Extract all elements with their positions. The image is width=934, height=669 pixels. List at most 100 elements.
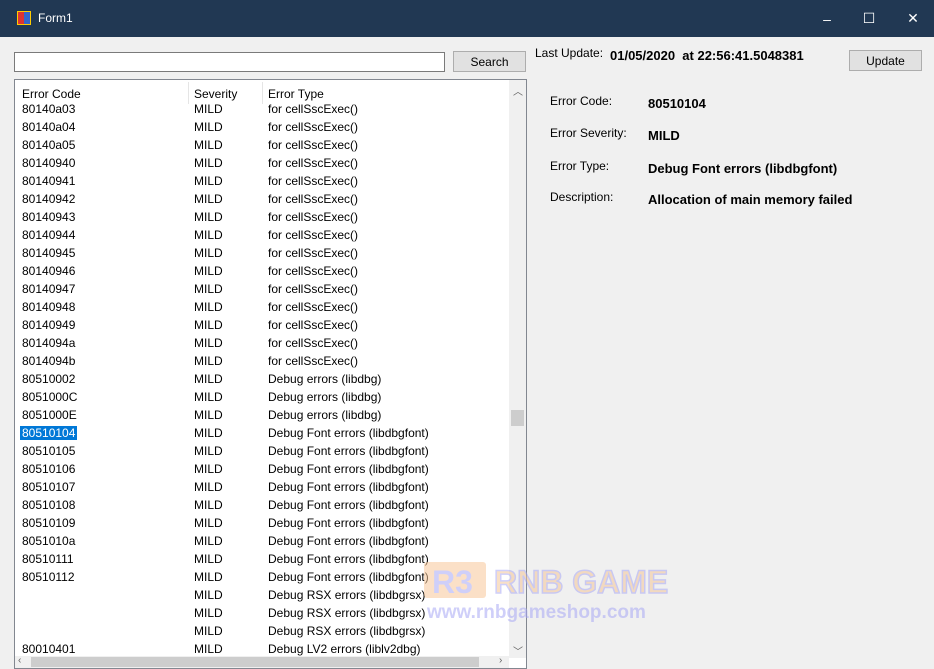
cell-error-type: Debug LV2 errors (liblv2dbg) [268,642,421,656]
cell-error-type: Debug RSX errors (libdbgrsx) [268,624,426,638]
scroll-down-icon[interactable]: ﹀ [513,643,523,658]
column-header-severity[interactable]: Severity [194,87,237,101]
cell-error-type: Debug errors (libdbg) [268,390,382,404]
maximize-button[interactable]: ☐ [846,0,892,37]
scroll-thumb[interactable] [511,410,524,426]
last-update-label: Last Update: [535,46,604,60]
cell-error-code: 80140a05 [22,138,76,152]
svg-text:R3: R3 [432,564,473,600]
cell-error-type: for cellSscExec() [268,120,359,134]
cell-error-code: 80140943 [22,210,76,224]
scroll-right-icon[interactable]: › [499,655,502,666]
table-row[interactable]: 80510106 MILD Debug Font errors (libdbgfon… [15,460,509,478]
table-row[interactable]: 8051010a MILD Debug Font errors (libdbgfon… [15,532,509,550]
detail-label: Error Severity: [550,126,627,140]
cell-error-type: for cellSscExec() [268,264,359,278]
cell-severity: MILD [194,462,223,476]
cell-severity: MILD [194,192,223,206]
table-row[interactable]: 80140940 MILD for cellSscExec() [15,154,509,172]
table-row[interactable]: 80140945 MILD for cellSscExec() [15,244,509,262]
cell-error-type: for cellSscExec() [268,210,359,224]
cell-severity: MILD [194,318,223,332]
cell-severity: MILD [194,498,223,512]
table-row[interactable]: 80140948 MILD for cellSscExec() [15,298,509,316]
cell-error-type: Debug errors (libdbg) [268,408,382,422]
minimize-button[interactable]: – [804,0,850,37]
cell-severity: MILD [194,102,223,116]
table-row[interactable]: 80140a04 MILD for cellSscExec() [15,118,509,136]
last-update-value: 01/05/2020 at 22:56:41.5048381 [610,48,804,63]
cell-severity: MILD [194,300,223,314]
table-row[interactable]: 80510108 MILD Debug Font errors (libdbgfon… [15,496,509,514]
table-row[interactable]: 80140a05 MILD for cellSscExec() [15,136,509,154]
cell-severity: MILD [194,228,223,242]
cell-error-type: for cellSscExec() [268,336,359,350]
table-row[interactable]: 8051000E MILD Debug errors (libdbg) [15,406,509,424]
column-header-error-type[interactable]: Error Type [268,87,324,101]
horizontal-scroll-thumb[interactable] [31,657,479,667]
cell-severity: MILD [194,282,223,296]
cell-error-type: for cellSscExec() [268,282,359,296]
cell-severity: MILD [194,534,223,548]
detail-label: Description: [550,190,614,204]
cell-error-code: 80010401 [22,642,76,656]
cell-error-code: 8014094b [22,354,76,368]
cell-error-code: 80140944 [22,228,76,242]
search-button[interactable]: Search [453,51,526,72]
detail-value: MILD [648,128,680,143]
update-button[interactable]: Update [849,50,922,71]
cell-error-type: Debug Font errors (libdbgfont) [268,498,429,512]
column-header-error-code[interactable]: Error Code [22,87,81,101]
table-row[interactable]: 80510107 MILD Debug Font errors (libdbgfon… [15,478,509,496]
cell-error-type: Debug RSX errors (libdbgrsx) [268,606,426,620]
cell-error-code: 80140946 [22,264,76,278]
scroll-up-icon[interactable]: ︿ [513,83,523,98]
table-row[interactable]: 80140942 MILD for cellSscExec() [15,190,509,208]
watermark: R3 RNB GAME www.rnbgameshop.com [424,560,704,629]
table-row[interactable]: 8014094a MILD for cellSscExec() [15,334,509,352]
table-row[interactable]: 80510002 MILD Debug errors (libdbg) [15,370,509,388]
table-row[interactable]: 80140947 MILD for cellSscExec() [15,280,509,298]
table-row[interactable]: 80140946 MILD for cellSscExec() [15,262,509,280]
cell-error-type: Debug errors (libdbg) [268,372,382,386]
cell-severity: MILD [194,480,223,494]
cell-severity: MILD [194,426,223,440]
cell-severity: MILD [194,264,223,278]
cell-error-code: 80510002 [22,372,76,386]
table-row[interactable]: 80140943 MILD for cellSscExec() [15,208,509,226]
table-row[interactable]: 8051000C MILD Debug errors (libdbg) [15,388,509,406]
window-title: Form1 [38,11,73,25]
cell-severity: MILD [194,156,223,170]
cell-error-code: 80510107 [22,480,76,494]
cell-error-type: for cellSscExec() [268,138,359,152]
cell-severity: MILD [194,570,223,584]
svg-text:www.rnbgameshop.com: www.rnbgameshop.com [426,602,646,623]
search-input[interactable] [14,52,445,72]
table-row[interactable]: 80140949 MILD for cellSscExec() [15,316,509,334]
cell-error-type: Debug Font errors (libdbgfont) [268,516,429,530]
table-row[interactable]: 80140a03 MILD for cellSscExec() [15,100,509,118]
cell-severity: MILD [194,120,223,134]
cell-severity: MILD [194,444,223,458]
cell-severity: MILD [194,246,223,260]
cell-error-type: for cellSscExec() [268,174,359,188]
scroll-left-icon[interactable]: ‹ [18,655,21,666]
horizontal-scrollbar[interactable]: ‹ › [15,655,509,668]
table-row[interactable]: 80510105 MILD Debug Font errors (libdbgfon… [15,442,509,460]
table-row[interactable]: 8014094b MILD for cellSscExec() [15,352,509,370]
cell-error-type: Debug Font errors (libdbgfont) [268,534,429,548]
cell-severity: MILD [194,336,223,350]
table-row[interactable]: 80140944 MILD for cellSscExec() [15,226,509,244]
table-row[interactable]: 80510104 MILD Debug Font errors (libdbgfon… [15,424,509,442]
cell-error-type: Debug Font errors (libdbgfont) [268,552,429,566]
cell-error-type: Debug RSX errors (libdbgrsx) [268,588,426,602]
close-button[interactable]: ✕ [890,0,934,37]
cell-error-code: 80510111 [22,552,74,566]
cell-error-code: 80140945 [22,246,76,260]
app-icon [17,11,31,25]
detail-label: Error Code: [550,94,613,108]
cell-error-code: 8051000C [22,390,78,404]
table-row[interactable]: 80140941 MILD for cellSscExec() [15,172,509,190]
title-bar: Form1 – ☐ ✕ [0,0,934,37]
table-row[interactable]: 80510109 MILD Debug Font errors (libdbgfon… [15,514,509,532]
